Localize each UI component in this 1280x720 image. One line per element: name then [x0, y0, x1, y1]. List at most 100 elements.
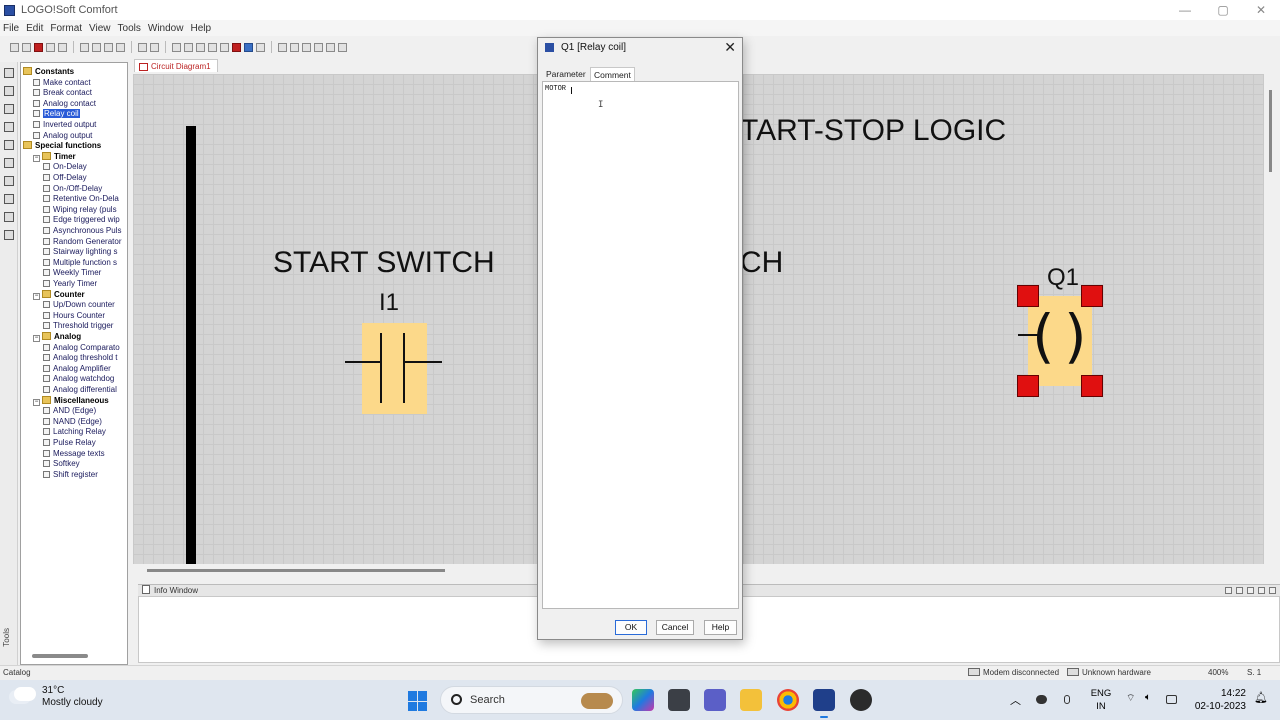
constants-tool-icon[interactable]	[4, 158, 14, 168]
catalog-item[interactable]: Analog threshold t	[43, 353, 118, 363]
menu-help[interactable]: Help	[190, 23, 211, 34]
catalog-folder[interactable]: − Counter	[33, 289, 85, 300]
new-icon[interactable]	[10, 42, 19, 52]
close-window-button[interactable]: ✕	[1242, 0, 1280, 20]
resize-handle-bottom-left[interactable]	[1017, 375, 1039, 397]
dialog-title-bar[interactable]: Q1 [Relay coil] ✕	[538, 38, 742, 58]
catalog-item[interactable]: Make contact	[33, 78, 91, 88]
task-view-icon[interactable]	[668, 689, 690, 711]
menu-edit[interactable]: Edit	[26, 23, 43, 34]
catalog-item[interactable]: Analog Amplifier	[43, 364, 111, 374]
catalog-item[interactable]: Threshold trigger	[43, 321, 113, 331]
catalog-item[interactable]: Pulse Relay	[43, 438, 96, 448]
open-icon[interactable]	[22, 42, 31, 52]
catalog-item[interactable]: Yearly Timer	[43, 279, 97, 289]
transfer-icon[interactable]	[232, 42, 241, 52]
catalog-item[interactable]: Random Generator	[43, 237, 121, 247]
menu-tools[interactable]: Tools	[118, 23, 141, 34]
catalog-folder[interactable]: − Timer	[33, 151, 76, 162]
catalog-item[interactable]: Asynchronous Puls	[43, 226, 121, 236]
pointer-tool-icon[interactable]	[4, 86, 14, 96]
distribute-icon[interactable]	[220, 42, 229, 52]
system-clock[interactable]: 14:22 02-10-2023	[1195, 687, 1246, 713]
comment-textarea[interactable]: MOTOR	[545, 85, 735, 93]
catalog-folder[interactable]: Special functions	[23, 141, 101, 151]
simulation-icon[interactable]	[244, 42, 253, 52]
catalog-item[interactable]: Up/Down counter	[43, 300, 115, 310]
close-file-icon[interactable]	[34, 42, 43, 52]
collapse-toggle-icon[interactable]: −	[33, 154, 40, 162]
catalog-item[interactable]: Relay coil	[33, 109, 80, 119]
menu-format[interactable]: Format	[50, 23, 82, 34]
align-right-icon[interactable]	[184, 42, 193, 52]
info-minimize-icon[interactable]	[1258, 587, 1265, 594]
maximize-button[interactable]: ▢	[1204, 0, 1242, 20]
print-icon[interactable]	[58, 42, 67, 52]
battery-icon[interactable]	[1166, 695, 1177, 704]
start-button[interactable]	[408, 691, 428, 711]
resize-handle-top-right[interactable]	[1081, 285, 1103, 307]
volume-icon[interactable]: 🔈︎	[1145, 692, 1151, 703]
catalog-folder[interactable]: − Miscellaneous	[33, 395, 109, 406]
menu-window[interactable]: Window	[148, 23, 184, 34]
cut-icon[interactable]	[80, 42, 89, 52]
catalog-folder[interactable]: Constants	[23, 67, 74, 77]
catalog-item[interactable]: Message texts	[43, 449, 105, 459]
info-close-icon[interactable]	[1269, 587, 1276, 594]
info-dock-icon[interactable]	[1247, 587, 1254, 594]
obs-icon[interactable]	[850, 689, 872, 711]
info-copy-icon[interactable]	[1225, 587, 1232, 594]
collapse-toggle-icon[interactable]: −	[33, 398, 40, 406]
catalog-item[interactable]: Break contact	[33, 88, 92, 98]
connect-tool-icon[interactable]	[4, 122, 14, 132]
taskbar-search[interactable]: Search	[440, 686, 623, 714]
catalog-item[interactable]: Analog output	[33, 131, 92, 141]
catalog-item[interactable]: On-Delay	[43, 162, 87, 172]
tab-comment[interactable]: Comment	[590, 67, 635, 81]
collapse-toggle-icon[interactable]: −	[33, 335, 40, 342]
vscroll-thumb[interactable]	[1269, 90, 1272, 172]
align-top-icon[interactable]	[172, 42, 181, 52]
chrome-icon[interactable]	[777, 689, 799, 711]
cancel-button[interactable]: Cancel	[656, 620, 694, 635]
copy-icon[interactable]	[92, 42, 101, 52]
relay-coil-block[interactable]: ( )	[1018, 296, 1092, 386]
undo-icon[interactable]	[138, 42, 147, 52]
select-tool-icon[interactable]	[4, 68, 14, 78]
catalog-item[interactable]: Analog differential	[43, 385, 117, 395]
online-test-icon[interactable]	[256, 42, 265, 52]
page-layout-icon[interactable]	[314, 42, 323, 52]
menu-view[interactable]: View	[89, 23, 111, 34]
canvas-vertical-scrollbar[interactable]	[1264, 74, 1280, 564]
ladder-tool-icon[interactable]	[4, 194, 14, 204]
catalog-item[interactable]: Analog Comparato	[43, 343, 120, 353]
language-indicator[interactable]: ENG IN	[1090, 687, 1112, 713]
copilot-icon[interactable]	[632, 689, 654, 711]
grid-icon[interactable]	[326, 42, 335, 52]
catalog-item[interactable]: Softkey	[43, 459, 80, 469]
catalog-item[interactable]: Retentive On-Dela	[43, 194, 119, 204]
catalog-item[interactable]: Inverted output	[33, 120, 96, 130]
hscroll-thumb[interactable]	[147, 569, 445, 572]
catalog-item[interactable]: Shift register	[43, 470, 98, 480]
zoom-out-icon[interactable]	[302, 42, 311, 52]
make-contact-block[interactable]	[345, 323, 442, 414]
teams-chat-icon[interactable]	[704, 689, 726, 711]
catalog-item[interactable]: AND (Edge)	[43, 406, 96, 416]
notification-bell-icon[interactable]: 🔔︎	[1254, 691, 1268, 704]
file-explorer-icon[interactable]	[740, 689, 762, 711]
wifi-icon[interactable]: ⌔	[1126, 692, 1135, 704]
info-clear-icon[interactable]	[1236, 587, 1243, 594]
logo-soft-comfort-icon[interactable]	[813, 689, 835, 718]
menu-file[interactable]: File	[3, 23, 19, 34]
chevron-up-icon[interactable]: ︿	[1010, 692, 1021, 707]
align-bottom-icon[interactable]	[196, 42, 205, 52]
catalog-item[interactable]: Wiping relay (puls	[43, 205, 117, 215]
catalog-item[interactable]: Latching Relay	[43, 427, 106, 437]
help-button[interactable]: Help	[704, 620, 737, 635]
align-left-icon[interactable]	[208, 42, 217, 52]
resize-handle-bottom-right[interactable]	[1081, 375, 1103, 397]
catalog-scrollbar[interactable]	[32, 654, 88, 658]
minimize-button[interactable]: —	[1166, 0, 1204, 20]
catalog-item[interactable]: Analog contact	[33, 99, 96, 109]
